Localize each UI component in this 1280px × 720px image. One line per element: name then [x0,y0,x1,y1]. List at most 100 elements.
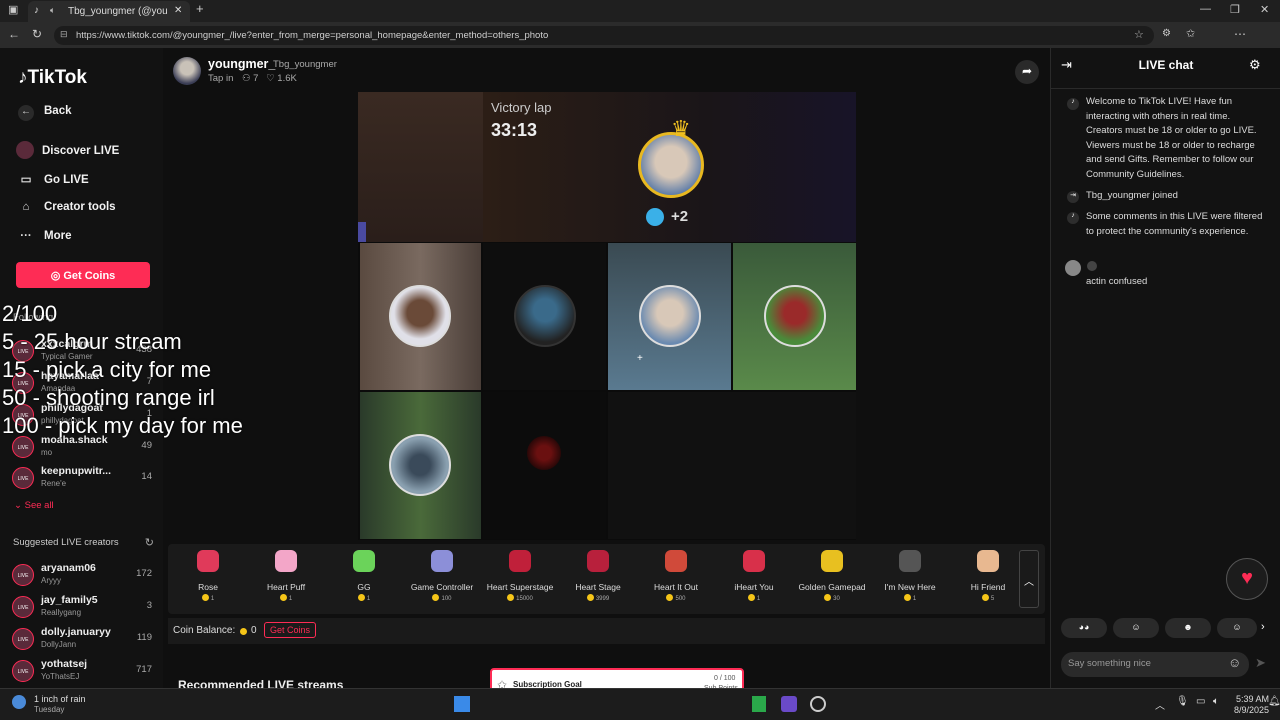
close-window-icon[interactable]: ✕ [1260,3,1269,16]
clock-time[interactable]: 5:39 AM [1236,694,1269,704]
viewer-count: 119 [136,632,152,643]
emoji-reaction[interactable]: ☺ [1217,618,1257,638]
heart-it-out-icon [665,550,687,572]
favorite-star-icon[interactable]: ☆ [1134,28,1144,41]
guest-tile[interactable] [360,392,481,539]
speaker-icon[interactable]: 🔈︎ [50,5,55,16]
volume-icon[interactable]: 🔈︎ [1213,696,1219,707]
clock-date[interactable]: 8/9/2025 [1234,705,1269,715]
avatar[interactable] [1065,260,1081,276]
golden-gamepad-icon [821,550,843,572]
url-field[interactable]: ⊟ https://www.tiktok.com/@youngmer_/live… [54,26,1154,45]
expand-gifts-icon[interactable]: ︿ [1019,550,1039,608]
close-tab-icon[interactable]: ✕ [174,5,182,16]
tiktok-note-icon: ♪ [18,67,28,88]
host-name[interactable]: youngmer_ [208,57,275,71]
gift-hi-friend[interactable]: Hi Friend 5 [949,550,1027,602]
home-icon: ⌂ [22,201,30,213]
host-video-tile: Victory lap 33:13 ♛ +2 [483,92,856,242]
tab-actions-icon[interactable]: ▣ [8,3,18,16]
coin-icon [279,594,287,601]
refresh-icon[interactable]: ↻ [32,27,42,41]
multi-guest-video[interactable]: Victory lap 33:13 ♛ +2 + [358,92,856,540]
gift-golden-gamepad[interactable]: Golden Gamepad 30 [793,550,871,602]
guest-tile[interactable] [733,243,856,390]
microphone-icon[interactable]: 🎙︎ [1176,696,1189,707]
like-heart-button[interactable]: ♥ [1226,558,1268,600]
avatar-icon [527,436,561,470]
send-icon[interactable]: ➤ [1255,655,1266,671]
refresh-suggestions-icon[interactable]: ↻ [145,536,154,549]
viewer-count: 14 [141,471,152,482]
browser-menu-icon[interactable]: ⋯ [1234,27,1246,41]
get-coins-link[interactable]: Get Coins [264,622,317,638]
join-icon: ⇥ [1067,191,1079,203]
chevron-up-icon[interactable]: ︿ [1155,697,1165,712]
tab-title: Tbg_youngmer (@youngmer_ [68,6,168,17]
extension-icon[interactable]: ⚙ [1162,28,1171,39]
guest-tile[interactable] [360,243,481,390]
app-icon[interactable] [752,696,766,712]
nav-discover-live[interactable]: Discover LIVE [16,141,119,159]
guest-tile[interactable] [483,243,606,390]
nav-creator-tools[interactable]: ⌂ Creator tools [18,201,116,213]
gift-heart-stage[interactable]: Heart Stage 3999 [559,550,637,602]
heart-superstage-icon [509,550,531,572]
host-avatar[interactable] [173,57,201,85]
gift-game-controller[interactable]: Game Controller 100 [403,550,481,602]
suggested-account[interactable]: LIVE dolly.januaryy DollyJann 119 [12,626,157,654]
weather-icon[interactable] [12,695,26,709]
nav-go-live[interactable]: ▭ Go LIVE [18,172,89,186]
see-all-link[interactable]: ⌄ See all [14,500,54,511]
gg-icon [353,550,375,572]
suggested-account[interactable]: LIVE jay_family5 Reallygang 3 [12,594,157,622]
get-coins-button[interactable]: ◎ Get Coins [16,262,150,288]
avatar: LIVE [12,467,34,489]
nav-more[interactable]: ··· More [18,230,71,242]
host-stats: Tap in ⚇ 7 ♡ 1.6K [208,73,297,84]
coin-icon [747,594,755,601]
hi-friend-icon [977,550,999,572]
more-icon: ··· [20,230,32,242]
following-account[interactable]: LIVE keepnupwitr... Rene'e 14 [12,465,157,493]
gift-heart-it-out[interactable]: Heart It Out 500 [637,550,715,602]
new-tab-button[interactable]: + [196,1,204,16]
favorites-icon[interactable]: ✩ [1186,27,1195,40]
gift-heart-puff[interactable]: Heart Puff 1 [247,550,325,602]
emoji-icon[interactable]: ☺ [1228,655,1241,670]
host-handle: Tbg_youngmer [273,59,337,70]
chat-settings-icon[interactable]: ⚙ [1249,57,1261,73]
tiktok-note-icon: ♪ [1067,98,1079,110]
suggested-account[interactable]: LIVE yothatsej YoThatsEJ 717 [12,658,157,686]
share-icon[interactable]: ➦ [1015,60,1039,84]
coin-icon [201,594,209,601]
emoji-reaction[interactable]: ☻ [1165,618,1211,638]
gift-gg[interactable]: GG 1 [325,550,403,602]
back-button[interactable]: ← Back [18,105,72,121]
windows-start-icon[interactable] [454,696,470,712]
notification-bell-icon[interactable]: 🔔︎ [1268,696,1280,707]
account-nickname: mo [41,448,53,457]
chat-input[interactable]: Say something nice ☺ [1061,652,1249,677]
app-icon[interactable] [781,696,797,712]
guest-tile[interactable]: + [608,243,731,390]
gift-iheart-you[interactable]: iHeart You 1 [715,550,793,602]
gift-heart-superstage[interactable]: Heart Superstage 15000 [481,550,559,602]
emoji-reaction[interactable]: ☺ [1113,618,1159,638]
maximize-icon[interactable]: ❐ [1230,3,1240,16]
guest-tile[interactable] [483,392,606,539]
suggested-account[interactable]: LIVE aryanam06 Aryyy 172 [12,562,157,590]
chevron-right-icon[interactable]: › [1261,621,1265,633]
browser-tab[interactable]: ♪ 🔈︎ Tbg_youngmer (@youngmer_ ✕ [28,1,190,22]
back-arrow-icon[interactable]: ← [8,27,20,41]
gift-rose[interactable]: Rose 1 [169,550,247,602]
network-icon[interactable]: ▭ [1196,696,1205,707]
tiktok-logo[interactable]: ♪TikTok [18,67,87,89]
emoji-reaction[interactable]: ◕◕ [1061,618,1107,638]
app-icon[interactable] [810,696,826,712]
chat-input-placeholder: Say something nice [1068,658,1151,669]
gift-im-new-here[interactable]: I'm New Here 1 [871,550,949,602]
site-info-icon[interactable]: ⊟ [60,29,68,40]
minimize-icon[interactable]: — [1200,3,1211,15]
browser-tab-bar: ▣ ♪ 🔈︎ Tbg_youngmer (@youngmer_ ✕ + — ❐ … [0,0,1280,22]
